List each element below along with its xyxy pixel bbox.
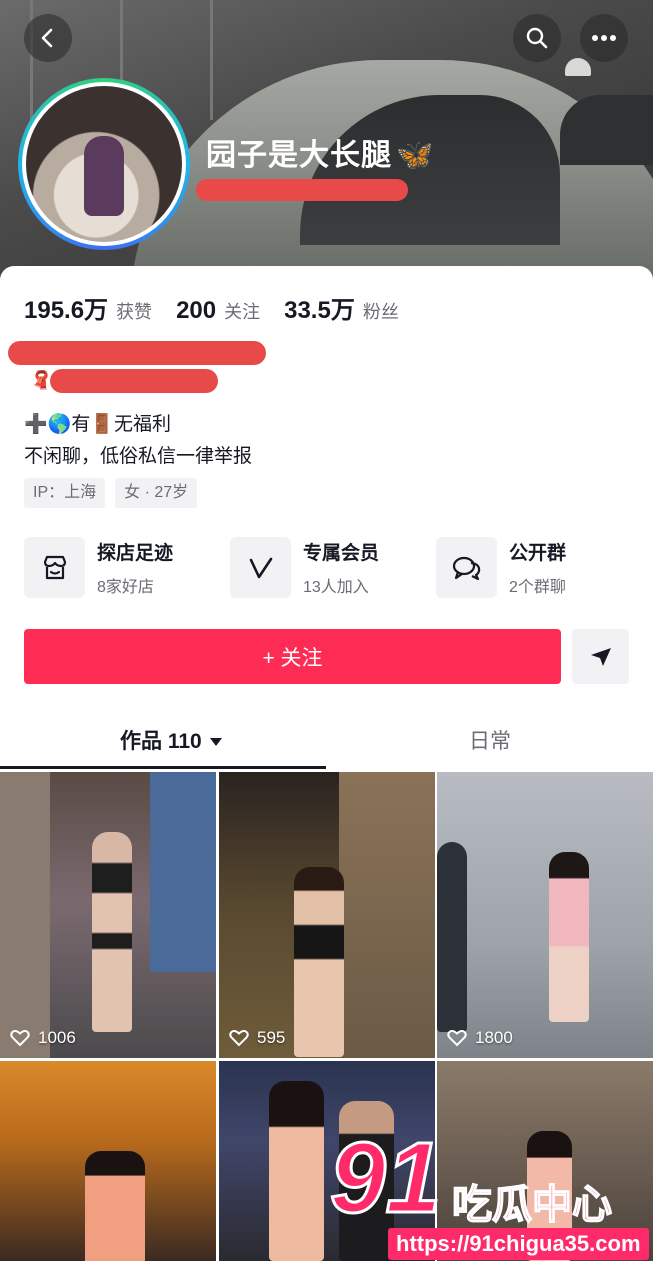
- content-tabs: 作品 110 日常: [0, 711, 653, 771]
- redacted-bio-line: [8, 341, 266, 365]
- stat-followers[interactable]: 33.5万 粉丝: [284, 290, 399, 325]
- background-pillar: [210, 0, 213, 120]
- tab-daily[interactable]: 日常: [469, 725, 511, 755]
- stat-likes[interactable]: 195.6万 获赞: [24, 290, 152, 325]
- follow-button[interactable]: + 关注: [24, 629, 561, 684]
- more-button[interactable]: [580, 14, 628, 62]
- bio-line: ➕🌎有🚪无福利: [24, 414, 171, 435]
- profile-card: 195.6万 获赞 200 关注 33.5万 粉丝 🧣 ➕🌎有🚪无福利 不闲聊，…: [0, 266, 653, 1279]
- watermark-number: 91: [328, 1122, 442, 1234]
- like-count: 1006: [38, 1028, 76, 1047]
- nickname: 园子是大长腿 🦋: [206, 139, 435, 172]
- butterfly-emoji: 🦋: [396, 139, 435, 172]
- car-antenna: [565, 58, 591, 76]
- back-button[interactable]: [24, 14, 72, 62]
- heart-icon: [229, 1030, 249, 1047]
- heart-icon: [447, 1030, 467, 1047]
- search-button[interactable]: [513, 14, 561, 62]
- ip-location-tag: IP：上海: [24, 478, 106, 508]
- tab-indicator: [0, 766, 326, 769]
- redacted-bio-line: [50, 369, 218, 393]
- bio-line: 不闲聊，低俗私信一律举报: [24, 446, 253, 467]
- feature-store-visits[interactable]: 探店足迹 8家好店: [24, 537, 230, 598]
- feature-public-group[interactable]: 公开群 2个群聊: [436, 537, 642, 598]
- avatar-image: [26, 86, 182, 242]
- search-icon: [526, 27, 548, 49]
- redacted-id: [196, 179, 408, 201]
- stats-row: 195.6万 获赞 200 关注 33.5万 粉丝: [24, 290, 423, 325]
- caret-down-icon: [209, 738, 222, 747]
- stat-following[interactable]: 200 关注: [176, 297, 260, 325]
- tab-works[interactable]: 作品 110: [120, 725, 222, 755]
- feature-row: 探店足迹 8家好店 专属会员 13人加入 公开群 2个群聊: [24, 537, 642, 598]
- video-thumbnail[interactable]: [0, 1061, 216, 1261]
- avatar[interactable]: [18, 78, 190, 250]
- watermark-text: 吃瓜中心: [451, 1182, 613, 1228]
- share-button[interactable]: [572, 629, 629, 684]
- video-thumbnail[interactable]: 595: [219, 772, 435, 1058]
- video-thumbnail[interactable]: 1800: [437, 772, 653, 1058]
- heart-icon: [10, 1030, 30, 1047]
- chat-group-icon: [436, 537, 497, 598]
- profile-header-banner: 园子是大长腿 🦋: [0, 0, 653, 290]
- video-thumbnail[interactable]: 1006: [0, 772, 216, 1058]
- like-count: 1800: [475, 1028, 513, 1047]
- v-member-icon: [230, 537, 291, 598]
- chevron-left-icon: [41, 28, 53, 48]
- watermark-url: https://91chigua35.com: [388, 1228, 649, 1260]
- car-window: [560, 95, 653, 165]
- send-icon: [590, 647, 611, 666]
- gender-age-tag: 女 · 27岁: [115, 478, 198, 508]
- feature-membership[interactable]: 专属会员 13人加入: [230, 537, 436, 598]
- profile-tags: IP：上海 女 · 27岁: [24, 478, 207, 508]
- like-count: 595: [257, 1028, 286, 1047]
- more-icon: [592, 35, 616, 41]
- store-icon: [24, 537, 85, 598]
